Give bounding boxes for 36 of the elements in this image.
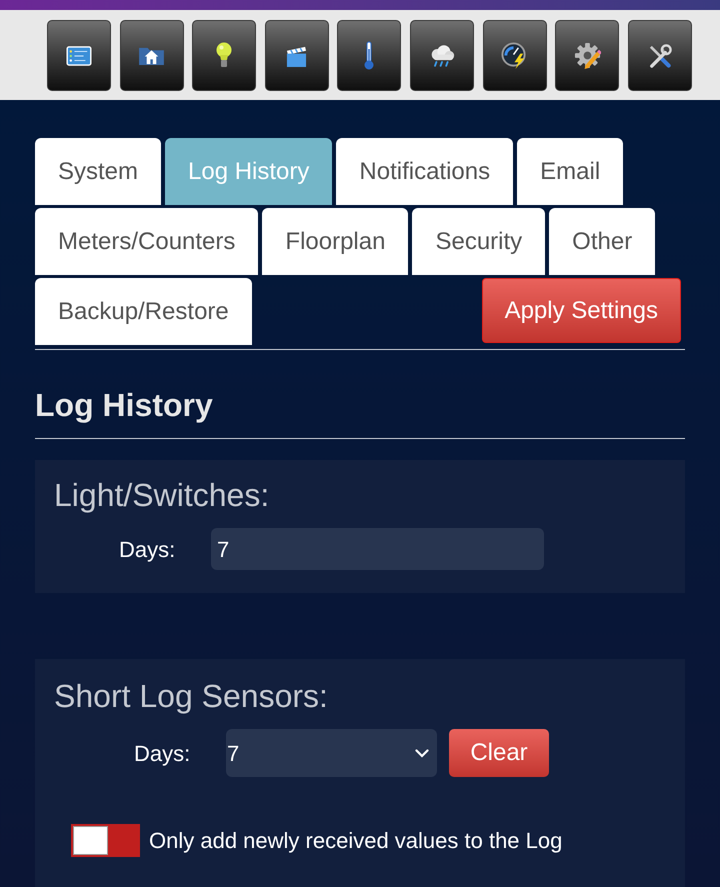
toolbar-button[interactable] — [555, 20, 620, 91]
house-folder-icon — [138, 45, 166, 66]
section-heading: Log History — [35, 386, 214, 424]
tab[interactable]: Backup/Restore — [35, 278, 252, 345]
panel-title: Light/Switches: — [54, 476, 270, 514]
toolbar-button[interactable] — [628, 20, 692, 91]
chevron-down-icon — [415, 748, 429, 758]
tab[interactable]: Security — [412, 208, 546, 275]
tab[interactable]: Meters/Counters — [35, 208, 258, 275]
panel-title: Short Log Sensors: — [54, 677, 329, 715]
monitor-icon — [66, 46, 92, 66]
toggle-label: Only add newly received values to the Log — [149, 827, 562, 855]
input-field[interactable]: 7 — [211, 528, 544, 570]
toolbar-button[interactable] — [120, 20, 184, 91]
toolbar-button[interactable] — [482, 20, 547, 91]
toolbar-button[interactable] — [410, 20, 474, 91]
wrench-screwdriver-icon — [647, 43, 672, 68]
gear-pencil-icon — [574, 42, 601, 69]
tab[interactable]: System — [35, 138, 162, 205]
lightbulb-icon — [216, 42, 232, 69]
field-label: Days: — [134, 740, 192, 768]
toolbar-button[interactable] — [47, 20, 111, 91]
tab[interactable]: Notifications — [336, 138, 514, 205]
toggle-switch[interactable] — [71, 824, 140, 857]
clear-button[interactable]: Clear — [449, 729, 549, 777]
apply-settings-button[interactable]: Apply Settings — [482, 278, 681, 343]
toolbar-button[interactable] — [264, 20, 329, 91]
thermometer-icon — [364, 41, 374, 70]
gauge-icon — [501, 42, 528, 69]
dropdown-select[interactable]: 7 — [226, 729, 437, 777]
tab[interactable]: Other — [549, 208, 656, 275]
tab[interactable]: Email — [517, 138, 624, 205]
toolbar-button[interactable] — [192, 20, 256, 91]
tab[interactable]: Floorplan — [262, 208, 408, 275]
toolbar-button[interactable] — [337, 20, 402, 91]
field-label: Days: — [119, 536, 176, 564]
